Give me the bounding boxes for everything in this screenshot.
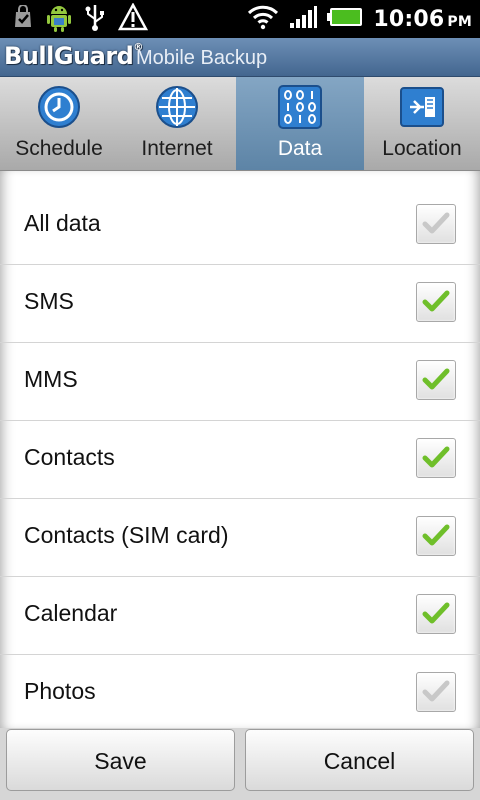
list-item-mms[interactable]: MMS (0, 342, 480, 421)
list-item-label: Contacts (SIM card) (24, 522, 229, 548)
tab-schedule-label: Schedule (15, 137, 103, 160)
usb-icon (84, 3, 106, 35)
tab-schedule[interactable]: Schedule (0, 77, 118, 170)
checkmark-icon (422, 602, 450, 624)
checkmark-icon (422, 212, 450, 234)
tab-location[interactable]: Location (364, 77, 480, 170)
list-item-photos[interactable]: Photos (0, 654, 480, 728)
list-item-label: SMS (24, 288, 74, 314)
checkmark-bag-icon (12, 4, 34, 33)
checkmark-icon (422, 290, 450, 312)
tab-data[interactable]: Data (236, 77, 364, 170)
list-item-label: MMS (24, 366, 78, 392)
globe-icon (155, 85, 199, 129)
data-type-list: All data SMS MMS Contacts Contacts (SIM … (0, 171, 480, 728)
checkmark-icon (422, 368, 450, 390)
warning-icon (117, 2, 149, 35)
list-item-label: Calendar (24, 600, 118, 626)
list-item-contacts[interactable]: Contacts (0, 420, 480, 499)
android-icon (46, 2, 72, 36)
clock: 10:06 PM (373, 6, 472, 32)
photos-checkbox[interactable] (416, 672, 456, 712)
brand-logo: BullGuard® (4, 42, 143, 70)
battery-icon (327, 7, 363, 31)
mms-checkbox[interactable] (416, 360, 456, 400)
list-item-sms[interactable]: SMS (0, 264, 480, 343)
tab-bar: Schedule Internet Data Location (0, 77, 480, 171)
app-name: Mobile Backup (136, 47, 268, 69)
contacts-checkbox[interactable] (416, 438, 456, 478)
list-item-label: All data (24, 210, 101, 236)
checkmark-icon (422, 446, 450, 468)
binary-data-icon (278, 85, 322, 129)
calendar-checkbox[interactable] (416, 594, 456, 634)
button-bar: Save Cancel (0, 728, 480, 800)
tab-data-label: Data (277, 137, 323, 160)
signal-icon (289, 5, 318, 33)
list-item-all-data[interactable]: All data (0, 186, 480, 265)
list-item-label: Photos (24, 678, 96, 704)
tab-internet[interactable]: Internet (118, 77, 236, 170)
device-location-icon (400, 85, 444, 129)
tab-location-label: Location (382, 137, 462, 160)
tab-internet-label: Internet (141, 137, 213, 160)
wifi-icon (247, 4, 279, 34)
all-data-checkbox[interactable] (416, 204, 456, 244)
contacts-sim-checkbox[interactable] (416, 516, 456, 556)
save-button[interactable]: Save (6, 729, 235, 791)
list-item-label: Contacts (24, 444, 115, 470)
app-title-bar: BullGuard® Mobile Backup (0, 38, 480, 77)
cancel-button[interactable]: Cancel (245, 729, 474, 791)
checkmark-icon (422, 680, 450, 702)
clock-icon (37, 85, 81, 129)
list-item-contacts-sim[interactable]: Contacts (SIM card) (0, 498, 480, 577)
status-bar: 10:06 PM (0, 0, 480, 38)
sms-checkbox[interactable] (416, 282, 456, 322)
checkmark-icon (422, 524, 450, 546)
list-item-calendar[interactable]: Calendar (0, 576, 480, 655)
